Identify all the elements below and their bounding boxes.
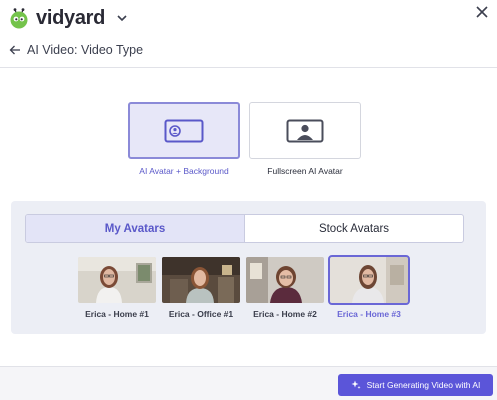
chevron-down-icon[interactable]	[115, 11, 129, 25]
close-icon[interactable]	[473, 3, 491, 21]
avatar-label: Erica - Home #1	[85, 309, 149, 319]
ai-video-type-dialog: vidyard AI Video: Video Type AI Avatar +…	[0, 0, 497, 400]
avatar-tabs: My Avatars Stock Avatars	[25, 214, 464, 243]
avatar-option[interactable]: Erica - Home #3	[328, 255, 410, 319]
arrow-left-icon[interactable]	[9, 44, 21, 56]
brand-menu[interactable]: vidyard	[8, 6, 129, 30]
avatar-thumbnail[interactable]	[78, 257, 156, 303]
avatar-thumbnail[interactable]	[328, 255, 410, 305]
avatar-background-icon	[164, 119, 204, 142]
video-type-card[interactable]	[249, 102, 361, 159]
avatar-option[interactable]: Erica - Home #2	[246, 257, 324, 319]
avatar-label: Erica - Office #1	[168, 309, 234, 319]
start-generating-label: Start Generating Video with AI	[366, 380, 481, 390]
header-divider	[0, 67, 497, 68]
page-header: AI Video: Video Type	[9, 40, 143, 60]
start-generating-button[interactable]: Start Generating Video with AI	[338, 374, 493, 396]
avatar-thumbnail[interactable]	[162, 257, 240, 303]
sparkle-icon	[351, 380, 361, 389]
avatar-label: Erica - Home #3	[337, 309, 401, 319]
avatar-list: Erica - Home #1 Erica - Office #1 Erica …	[78, 255, 410, 319]
brand-name: vidyard	[36, 6, 106, 29]
video-type-card[interactable]	[128, 102, 240, 159]
fullscreen-avatar-icon	[286, 119, 324, 142]
page-title: AI Video: Video Type	[27, 43, 144, 57]
video-type-label: AI Avatar + Background	[139, 166, 229, 176]
tab-stock-avatars[interactable]: Stock Avatars	[244, 215, 463, 242]
video-type-fullscreen-avatar[interactable]: Fullscreen AI Avatar	[249, 102, 361, 176]
video-type-avatar-background[interactable]: AI Avatar + Background	[128, 102, 240, 176]
video-type-label: Fullscreen AI Avatar	[267, 166, 343, 176]
video-type-options: AI Avatar + Background Fullscreen AI Ava…	[128, 102, 361, 176]
tab-my-avatars[interactable]: My Avatars	[26, 215, 244, 242]
avatar-panel: My Avatars Stock Avatars Erica - Home #1	[11, 201, 486, 334]
vidyard-logo-icon	[10, 8, 28, 29]
avatar-thumbnail[interactable]	[246, 257, 324, 303]
avatar-option[interactable]: Erica - Office #1	[162, 257, 240, 319]
avatar-option[interactable]: Erica - Home #1	[78, 257, 156, 319]
avatar-label: Erica - Home #2	[253, 309, 317, 319]
